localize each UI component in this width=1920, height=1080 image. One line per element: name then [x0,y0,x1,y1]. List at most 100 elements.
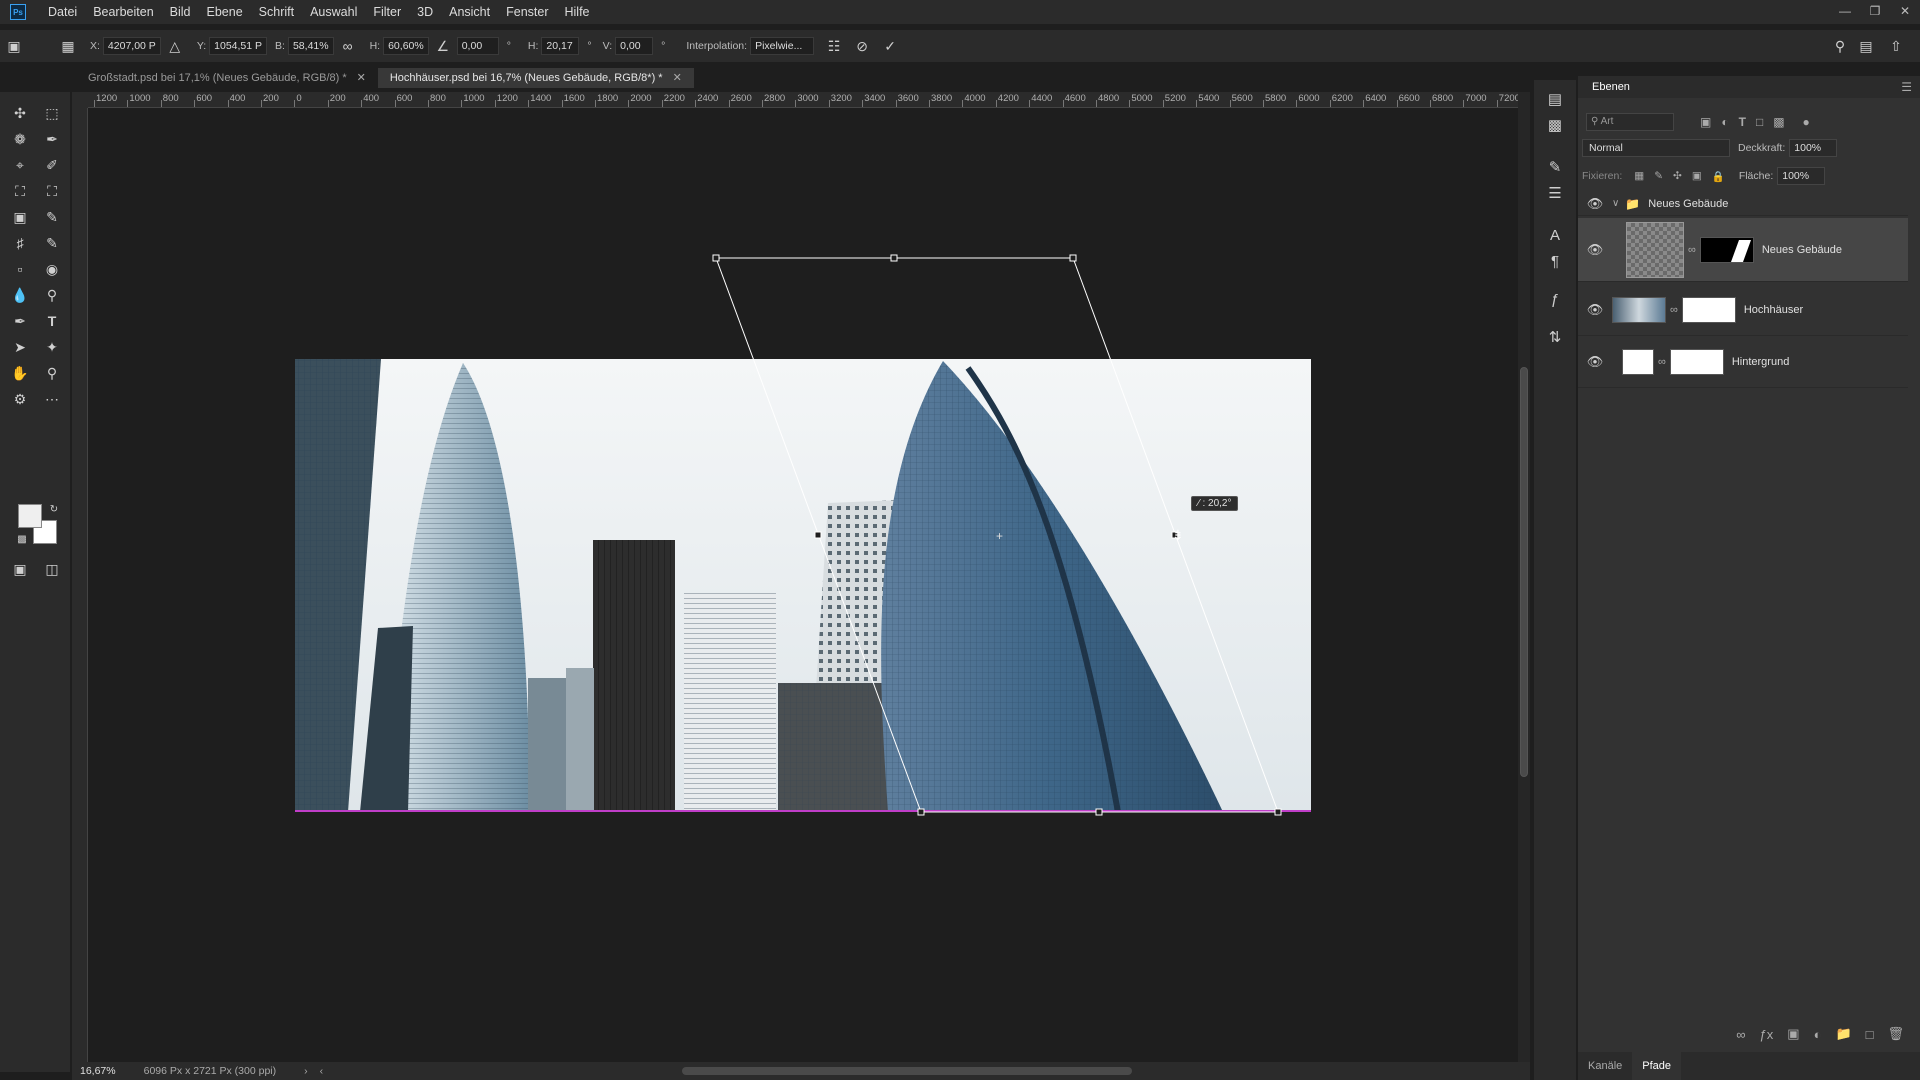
lock-position-icon[interactable]: ✣ [1673,170,1682,182]
lock-all-icon[interactable]: 🔒 [1712,170,1725,183]
commit-transform-icon[interactable]: ✓ [880,36,900,56]
properties-icon[interactable]: ▤ [1544,88,1566,110]
patch-tool-icon[interactable]: ⛶ [40,180,64,202]
reference-point-icon[interactable]: ▦ [58,36,78,56]
search-icon[interactable]: ⚲ [1830,36,1850,56]
visibility-eye-icon[interactable]: 👁 [1578,242,1612,258]
menu-3d[interactable]: 3D [409,0,441,24]
transform-tool-icon[interactable]: ▣ [4,36,24,56]
minimize-icon[interactable]: — [1830,0,1860,22]
transform-handle-top-right[interactable] [1069,254,1077,262]
layer-filter-select[interactable]: ⚲ Art [1586,113,1674,131]
crop-tool-icon[interactable]: ⌖ [8,154,32,176]
filter-adjust-icon[interactable]: ◐ [1721,115,1728,129]
path-select-tool-icon[interactable]: ➤ [8,336,32,358]
fill-field[interactable]: 100% [1777,167,1826,185]
adjustment-layer-icon[interactable]: ◐ [1814,1027,1822,1042]
eyedropper-tool-icon[interactable]: ✐ [40,154,64,176]
lock-pixels-icon[interactable]: ✎ [1654,170,1663,182]
brush-settings-icon[interactable]: ✎ [1544,156,1566,178]
tab-grossstadt[interactable]: Großstadt.psd bei 17,1% (Neues Gebäude, … [76,68,378,88]
adjustments-icon[interactable]: ☰ [1544,182,1566,204]
chain-link-icon[interactable]: ∞ [1688,244,1696,256]
layer-row-neues-gebaeude[interactable]: 👁 ∞ Neues Gebäude [1578,218,1908,282]
quick-mask-icon[interactable]: ▣ [8,558,32,580]
shape-tool-icon[interactable]: ✦ [40,336,64,358]
menu-bild[interactable]: Bild [162,0,199,24]
horizontal-ruler[interactable]: 1200 1000 800 600 400 200 0 200 400 600 800 1000 120… [88,92,1518,108]
transform-handle-bottom-right[interactable] [1274,808,1282,816]
foreground-color-swatch[interactable] [18,504,42,528]
interpolation-select[interactable]: Pixelwie... [750,37,815,55]
tab-hochhaeuser[interactable]: Hochhäuser.psd bei 16,7% (Neues Gebäude,… [377,68,694,88]
lasso-tool-icon[interactable]: ❁ [8,128,32,150]
healing-tool-icon[interactable]: ⛶ [8,180,32,202]
transform-handle-bottom-left[interactable] [917,808,925,816]
pen-tool-icon[interactable]: ✒ [8,310,32,332]
visibility-eye-icon[interactable]: 👁 [1578,302,1612,318]
transform-center-icon[interactable]: + [996,529,1003,543]
styles-icon[interactable]: ƒ [1544,288,1566,310]
lock-transparent-icon[interactable]: ▦ [1634,170,1644,182]
height-field[interactable]: 60,60% [383,37,429,55]
filter-shape-icon[interactable]: □ [1756,115,1763,129]
visibility-eye-icon[interactable]: 👁 [1578,196,1612,212]
opacity-field[interactable]: 100% [1789,139,1838,157]
filter-pixel-icon[interactable]: ▣ [1700,115,1711,129]
tab-kanaele[interactable]: Kanäle [1578,1052,1632,1080]
layer-row-hintergrund[interactable]: 👁 ∞ Hintergrund [1578,336,1908,388]
delete-layer-icon[interactable]: 🗑 [1887,1026,1904,1042]
blur-tool-icon[interactable]: 💧 [8,284,32,306]
ruler-origin[interactable] [72,92,88,108]
paragraph-icon[interactable]: ¶ [1544,250,1566,272]
chevron-down-icon[interactable]: ∨ [1612,198,1619,209]
fx-icon[interactable]: ƒx [1760,1027,1774,1042]
transform-handle-top-left[interactable] [712,254,720,262]
delta-icon[interactable]: △ [165,36,185,56]
type-tool-icon[interactable]: T [40,310,64,332]
cancel-transform-icon[interactable]: ⊘ [852,36,872,56]
menu-bearbeiten[interactable]: Bearbeiten [85,0,161,24]
link-icon[interactable]: ∞ [338,36,358,56]
transform-handle-top-center[interactable] [890,254,898,262]
swap-colors-icon[interactable]: ↻ [42,498,66,520]
tab-pfade[interactable]: Pfade [1632,1052,1682,1080]
hand-tool-icon[interactable]: ✋ [8,362,32,384]
share-icon[interactable]: ⇧ [1886,36,1906,56]
transform-handle-bottom-center[interactable] [1095,808,1103,816]
menu-ebene[interactable]: Ebene [199,0,251,24]
add-mask-icon[interactable]: ▣ [1787,1026,1799,1042]
link-layers-icon[interactable]: ∞ [1736,1027,1745,1042]
quick-select-tool-icon[interactable]: ✒ [40,128,64,150]
frame-tool-icon[interactable]: ▣ [8,206,32,228]
close-tab-icon[interactable]: ✕ [357,68,366,88]
restore-icon[interactable]: ❐ [1860,0,1890,22]
menu-datei[interactable]: Datei [40,0,85,24]
y-field[interactable]: 1054,51 P [209,37,268,55]
filter-smart-icon[interactable]: ▩ [1773,115,1784,129]
menu-filter[interactable]: Filter [365,0,409,24]
more-tools-icon[interactable]: ⋯ [40,388,64,410]
history-brush-tool-icon[interactable]: ✎ [40,232,64,254]
workspace-icon[interactable]: ▤ [1856,36,1876,56]
angle-field[interactable]: 0,00 [456,37,499,55]
vskew-field[interactable]: 0,00 [615,37,654,55]
chain-link-icon[interactable]: ∞ [1670,304,1678,316]
dodge-tool-icon[interactable]: ⚲ [40,284,64,306]
transform-handle-middle-left[interactable] [814,531,822,539]
puppet-tool-icon[interactable]: ⚙ [8,388,32,410]
vertical-scrollbar[interactable] [1518,92,1530,1062]
menu-schrift[interactable]: Schrift [251,0,302,24]
new-layer-icon[interactable]: □ [1866,1027,1874,1042]
move-tool-icon[interactable]: ✣ [8,102,32,124]
menu-fenster[interactable]: Fenster [498,0,556,24]
bucket-tool-icon[interactable]: ◉ [40,258,64,280]
menu-ansicht[interactable]: Ansicht [441,0,498,24]
visibility-eye-icon[interactable]: 👁 [1578,354,1612,370]
scroll-left-icon[interactable]: ‹ [320,1065,324,1077]
histogram-icon[interactable]: ▩ [1544,114,1566,136]
chain-link-icon[interactable]: ∞ [1658,356,1666,368]
lock-artboard-icon[interactable]: ▣ [1692,170,1702,182]
zoom-level[interactable]: 16,67% [80,1065,116,1077]
screen-mode-icon[interactable]: ◫ [40,558,64,580]
